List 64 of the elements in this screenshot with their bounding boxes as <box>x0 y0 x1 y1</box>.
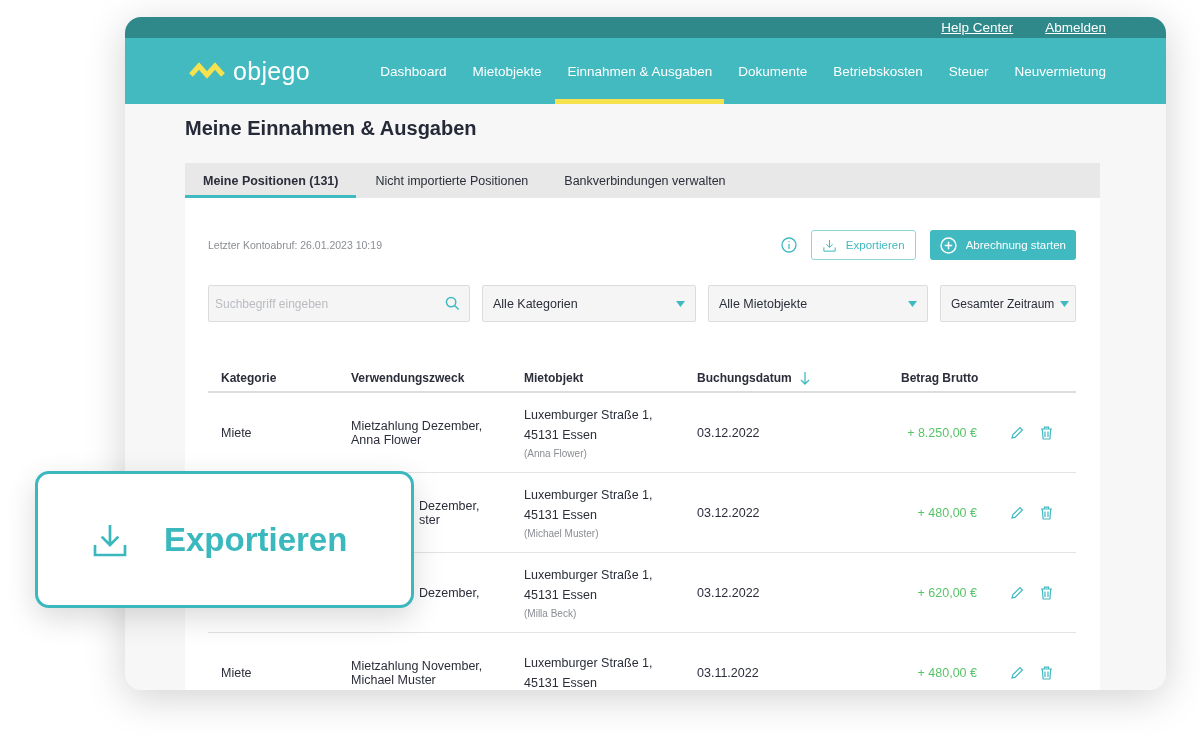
nav-link[interactable]: Dokumente <box>726 38 820 104</box>
top-link[interactable]: Abmelden <box>1045 20 1106 35</box>
search-icon <box>445 296 460 311</box>
trash-icon[interactable] <box>1040 425 1053 440</box>
table-cell: Dezember, ster <box>419 498 480 527</box>
table-cell-text: Luxemburger Straße 1, 45131 Essen <box>524 486 653 524</box>
nav-link[interactable]: Betriebskosten <box>821 38 935 104</box>
top-link[interactable]: Help Center <box>941 20 1014 35</box>
column-header[interactable]: Buchungsdatum <box>697 371 792 385</box>
page-title: Meine Einnahmen & Ausgaben <box>185 117 477 140</box>
table-cell: Miete <box>221 665 252 680</box>
dropdown[interactable]: Alle Kategorien <box>482 285 696 322</box>
column-header: Betrag Brutto <box>901 371 979 385</box>
export-button[interactable]: Exportieren <box>810 230 916 260</box>
download-icon <box>821 237 837 253</box>
caret-icon <box>908 300 917 307</box>
table-cell: Miete <box>221 425 252 440</box>
start-billing-button[interactable]: Abrechnung starten <box>929 230 1076 260</box>
table-cell: Mietzahlung November, Michael Muster <box>351 658 483 687</box>
nav-link[interactable]: Mietobjekte <box>460 38 554 104</box>
table-cell: 03.12.2022 <box>697 425 760 440</box>
dropdown[interactable]: Alle Mietobjekte <box>708 285 928 322</box>
pencil-icon[interactable] <box>1010 585 1024 600</box>
table-cell: Mietzahlung Dezember, Anna Flower <box>351 418 483 447</box>
info-icon[interactable] <box>780 237 797 253</box>
trash-icon[interactable] <box>1040 585 1053 600</box>
dropdown[interactable]: Gesamter Zeitraum <box>940 285 1076 322</box>
trash-icon[interactable] <box>1040 665 1053 680</box>
table-cell-text: Luxemburger Straße 1, 45131 Essen <box>524 654 653 690</box>
table-cell: 03.12.2022 <box>697 585 760 600</box>
last-fetch-text: Letzter Kontoabruf: 26.01.2023 10:19 <box>208 239 382 251</box>
amount: + 620,00 € <box>917 585 977 600</box>
trash-icon[interactable] <box>1040 505 1053 520</box>
table-cell: 03.12.2022 <box>697 505 760 520</box>
amount: + 8.250,00 € <box>907 425 977 440</box>
column-header: Verwendungszweck <box>351 371 465 385</box>
export-callout[interactable]: Exportieren <box>35 471 414 608</box>
tenant-name: (Milla Beck) <box>524 606 577 621</box>
nav-link[interactable]: Neuvermietung <box>1002 38 1106 104</box>
nav-link[interactable]: Dashboard <box>368 38 459 104</box>
pencil-icon[interactable] <box>1010 425 1024 440</box>
caret-icon <box>1060 300 1069 307</box>
tenant-name: (Anna Flower) <box>524 446 587 461</box>
table-cell: Dezember, <box>419 585 480 600</box>
amount: + 480,00 € <box>917 505 977 520</box>
tab[interactable]: Meine Positionen (131) <box>185 163 357 198</box>
tenant-name: (Michael Muster) <box>524 526 599 541</box>
pencil-icon[interactable] <box>1010 665 1024 680</box>
pencil-icon[interactable] <box>1010 505 1024 520</box>
tab[interactable]: Nicht importierte Positionen <box>356 163 547 198</box>
logo-text: objego <box>233 56 310 86</box>
nav-link[interactable]: Steuer <box>936 38 1001 104</box>
column-header: Mietobjekt <box>524 371 584 385</box>
sort-arrow-icon[interactable] <box>799 371 810 385</box>
tab[interactable]: Bankverbindungen verwalten <box>546 163 744 198</box>
nav-link[interactable]: Einnahmen & Ausgaben <box>555 38 725 104</box>
amount: + 480,00 € <box>917 665 977 680</box>
table-cell-text: Luxemburger Straße 1, 45131 Essen <box>524 566 653 604</box>
plus-circle-icon <box>939 236 957 254</box>
table-cell-text: Luxemburger Straße 1, 45131 Essen <box>524 406 653 444</box>
column-header: Kategorie <box>221 371 277 385</box>
table-cell: 03.11.2022 <box>697 665 759 680</box>
caret-icon <box>676 300 685 307</box>
search-field[interactable]: Suchbegriff eingeben <box>208 285 470 322</box>
